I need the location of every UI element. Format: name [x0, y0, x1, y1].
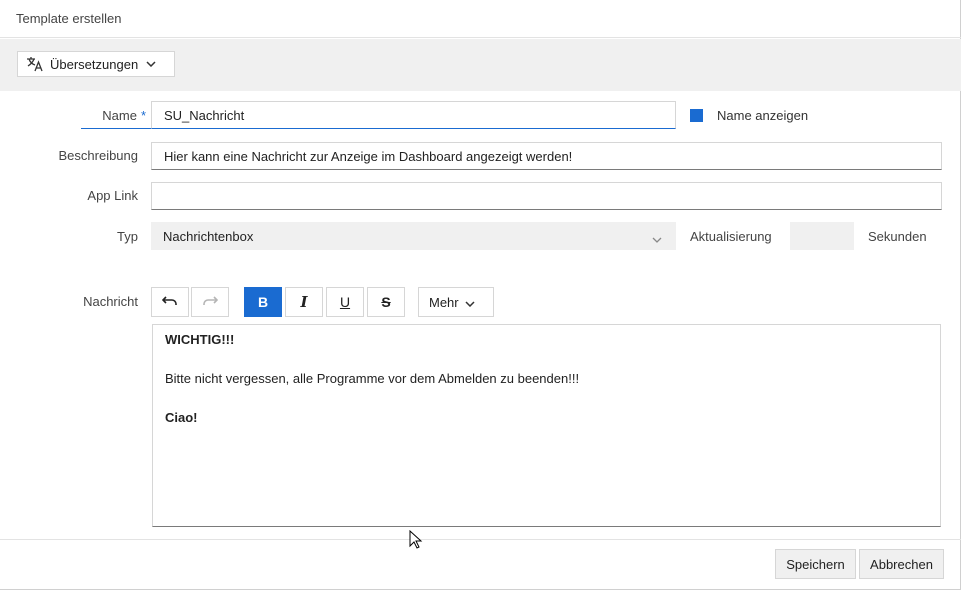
show-name-checkbox[interactable]: [690, 109, 703, 122]
dialog-toolbar: Übersetzungen: [0, 39, 961, 91]
translate-icon: [26, 56, 44, 72]
type-label: Typ: [117, 229, 138, 244]
name-label-underline: [81, 128, 151, 129]
footer-divider: [0, 539, 961, 540]
template-dialog: Template erstellen Übersetzungen Name* N…: [0, 0, 961, 590]
app-link-label: App Link: [87, 188, 138, 203]
description-field[interactable]: [151, 142, 942, 170]
name-input[interactable]: [152, 102, 675, 128]
redo-icon: [202, 295, 219, 310]
chevron-down-icon: [146, 61, 156, 67]
required-marker: *: [140, 108, 146, 123]
description-input[interactable]: [152, 143, 941, 169]
name-field[interactable]: [151, 101, 676, 129]
mouse-cursor-icon: [409, 529, 423, 553]
app-link-field[interactable]: [151, 182, 942, 210]
save-button[interactable]: Speichern: [775, 549, 856, 579]
bold-icon: B: [257, 294, 269, 310]
undo-button[interactable]: [151, 287, 189, 317]
message-editor[interactable]: WICHTIG!!! Bitte nicht vergessen, alle P…: [152, 324, 941, 527]
name-label-text: Name: [102, 108, 137, 123]
chevron-down-icon: [465, 295, 475, 310]
translations-label: Übersetzungen: [50, 56, 139, 72]
strikethrough-button[interactable]: S: [367, 287, 405, 317]
editor-line-closing: Ciao!: [165, 410, 198, 425]
undo-icon: [161, 295, 178, 310]
bold-button[interactable]: B: [244, 287, 282, 317]
chevron-down-icon: [652, 231, 662, 246]
type-select-value: Nachrichtenbox: [163, 228, 254, 244]
seconds-label: Sekunden: [868, 229, 927, 244]
editor-line-body: Bitte nicht vergessen, alle Programme vo…: [165, 371, 580, 386]
translations-button[interactable]: Übersetzungen: [17, 51, 175, 77]
italic-button[interactable]: I: [285, 287, 323, 317]
redo-button[interactable]: [191, 287, 229, 317]
app-link-input[interactable]: [152, 183, 941, 209]
show-name-label: Name anzeigen: [717, 108, 809, 123]
strikethrough-icon: S: [381, 294, 391, 310]
description-label: Beschreibung: [58, 148, 139, 163]
cancel-button[interactable]: Abbrechen: [859, 549, 944, 579]
italic-icon: I: [300, 293, 308, 311]
refresh-input[interactable]: [790, 222, 858, 252]
more-button[interactable]: Mehr: [418, 287, 494, 317]
underline-icon: U: [339, 294, 351, 310]
message-label: Nachricht: [83, 294, 138, 309]
type-select[interactable]: Nachrichtenbox: [151, 222, 676, 250]
name-label: Name *: [60, 108, 146, 123]
dialog-header: Template erstellen: [0, 0, 961, 38]
refresh-label: Aktualisierung: [690, 229, 772, 244]
editor-line-heading: WICHTIG!!!: [165, 332, 235, 347]
refresh-field[interactable]: [790, 222, 858, 252]
more-label: Mehr: [429, 294, 459, 310]
underline-button[interactable]: U: [326, 287, 364, 317]
dialog-title: Template erstellen: [16, 11, 122, 26]
